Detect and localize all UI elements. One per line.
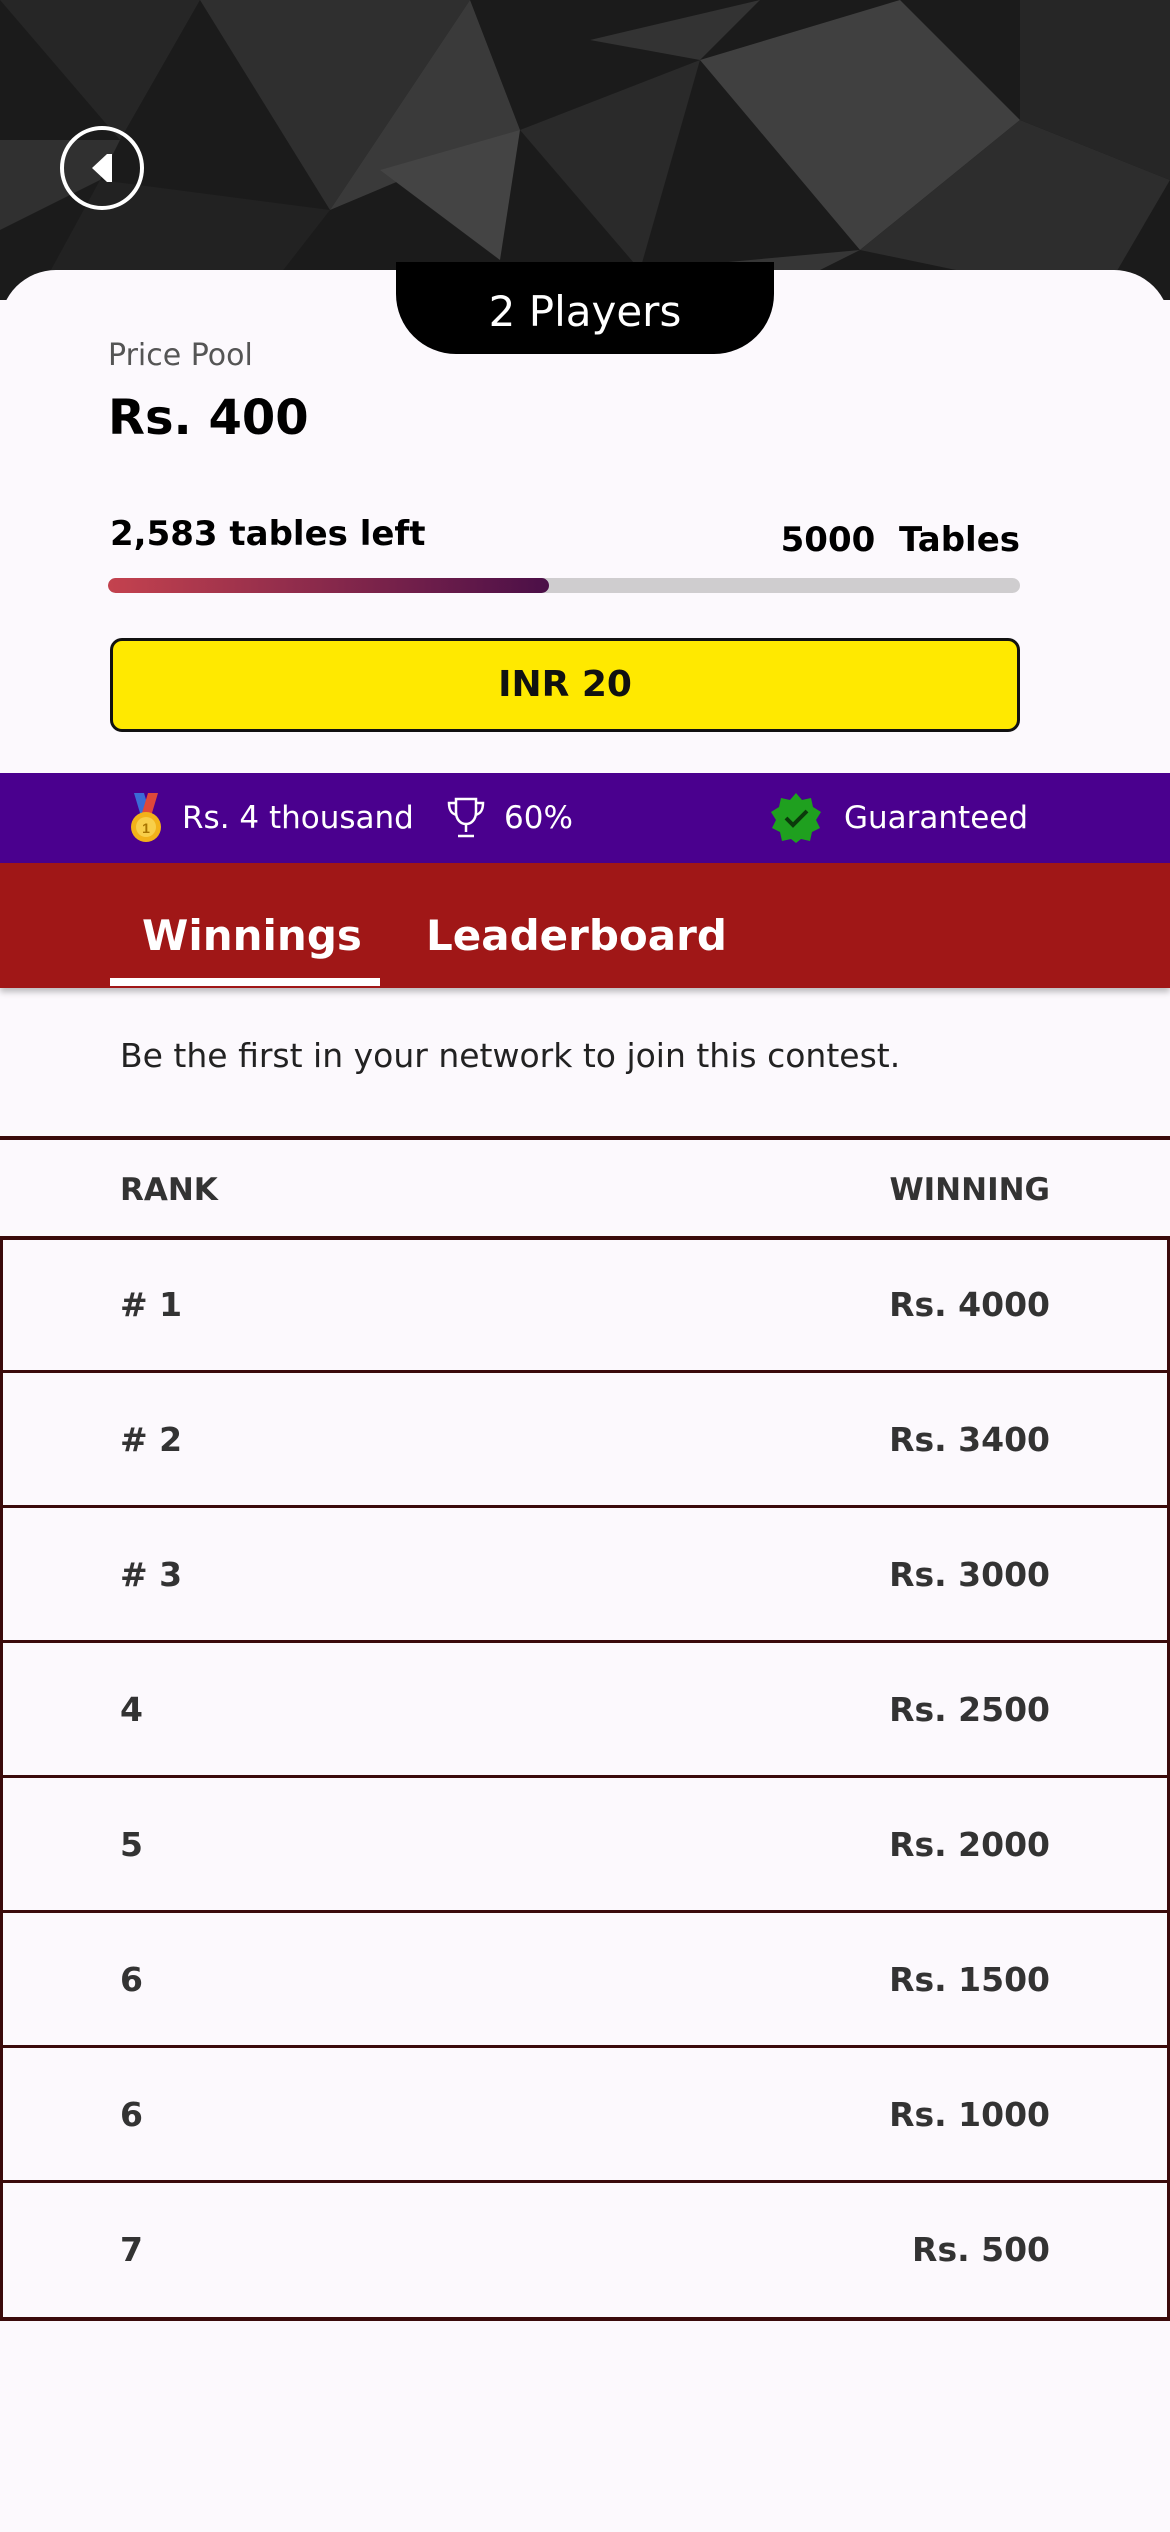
medal-icon: 1: [128, 793, 164, 843]
winning-cell: Rs. 1500: [889, 1960, 1050, 1999]
contest-info-strip: 1 Rs. 4 thousand 60% Guaranteed: [0, 773, 1170, 863]
table-row: 6 Rs. 1500: [3, 1913, 1167, 2048]
guaranteed-text: Guaranteed: [844, 800, 1029, 836]
table-row: # 2 Rs. 3400: [3, 1373, 1167, 1508]
rank-table: # 1 Rs. 4000 # 2 Rs. 3400 # 3 Rs. 3000 4…: [0, 1238, 1170, 2321]
table-row: 7 Rs. 500: [3, 2183, 1167, 2318]
rank-cell: 6: [120, 2095, 143, 2134]
svg-text:1: 1: [142, 820, 150, 836]
rank-cell: 7: [120, 2230, 143, 2269]
rank-cell: 6: [120, 1960, 143, 1999]
trophy-icon: [446, 796, 486, 840]
back-button[interactable]: [60, 126, 144, 210]
tab-bar: Winnings Leaderboard: [0, 863, 1170, 988]
rank-column-header: RANK: [120, 1172, 218, 1208]
prize-pool-value: Rs. 400: [108, 390, 309, 446]
guaranteed-info: Guaranteed: [770, 773, 1028, 863]
polygon-pattern-background: [0, 0, 1170, 300]
winning-cell: Rs. 2500: [889, 1690, 1050, 1729]
tables-left-count: 2,583 tables left: [110, 514, 426, 554]
tab-leaderboard[interactable]: Leaderboard: [426, 863, 727, 988]
network-message: Be the first in your network to join thi…: [120, 1036, 901, 1075]
winning-cell: Rs. 500: [912, 2230, 1050, 2269]
winners-percent-text: 60%: [504, 800, 573, 836]
winning-column-header: WINNING: [889, 1172, 1050, 1208]
verified-badge-icon: [770, 792, 822, 844]
winning-cell: Rs. 1000: [889, 2095, 1050, 2134]
table-row: # 1 Rs. 4000: [3, 1238, 1167, 1373]
rank-table-header: RANK WINNING: [0, 1136, 1170, 1240]
table-row: 5 Rs. 2000: [3, 1778, 1167, 1913]
rank-cell: # 3: [120, 1555, 183, 1594]
first-prize-text: Rs. 4 thousand: [182, 800, 414, 836]
table-row: 6 Rs. 1000: [3, 2048, 1167, 2183]
table-row: # 3 Rs. 3000: [3, 1508, 1167, 1643]
rank-cell: # 1: [120, 1285, 183, 1324]
first-prize-info: 1 Rs. 4 thousand: [128, 773, 414, 863]
table-row: 4 Rs. 2500: [3, 1643, 1167, 1778]
tables-progress-bar: [108, 578, 1020, 593]
back-arrow-icon: [92, 154, 112, 182]
winning-cell: Rs. 3000: [889, 1555, 1050, 1594]
rank-cell: 5: [120, 1825, 143, 1864]
rank-cell: # 2: [120, 1420, 183, 1459]
prize-pool-label: Price Pool: [108, 338, 253, 373]
active-tab-indicator: [110, 978, 380, 986]
header-background: [0, 0, 1170, 300]
tables-progress-fill: [108, 578, 550, 593]
players-count-pill: 2 Players: [396, 262, 774, 354]
contest-screen: 2 Players Price Pool Rs. 400 2,583 table…: [0, 0, 1170, 2532]
tab-winnings[interactable]: Winnings: [142, 863, 362, 988]
winning-cell: Rs. 4000: [889, 1285, 1050, 1324]
tables-total-count: 5000 Tables: [780, 520, 1020, 560]
rank-cell: 4: [120, 1690, 143, 1729]
winning-cell: Rs. 3400: [889, 1420, 1050, 1459]
entry-fee-button[interactable]: INR 20: [110, 638, 1020, 732]
winners-percent-info: 60%: [446, 773, 573, 863]
winning-cell: Rs. 2000: [889, 1825, 1050, 1864]
